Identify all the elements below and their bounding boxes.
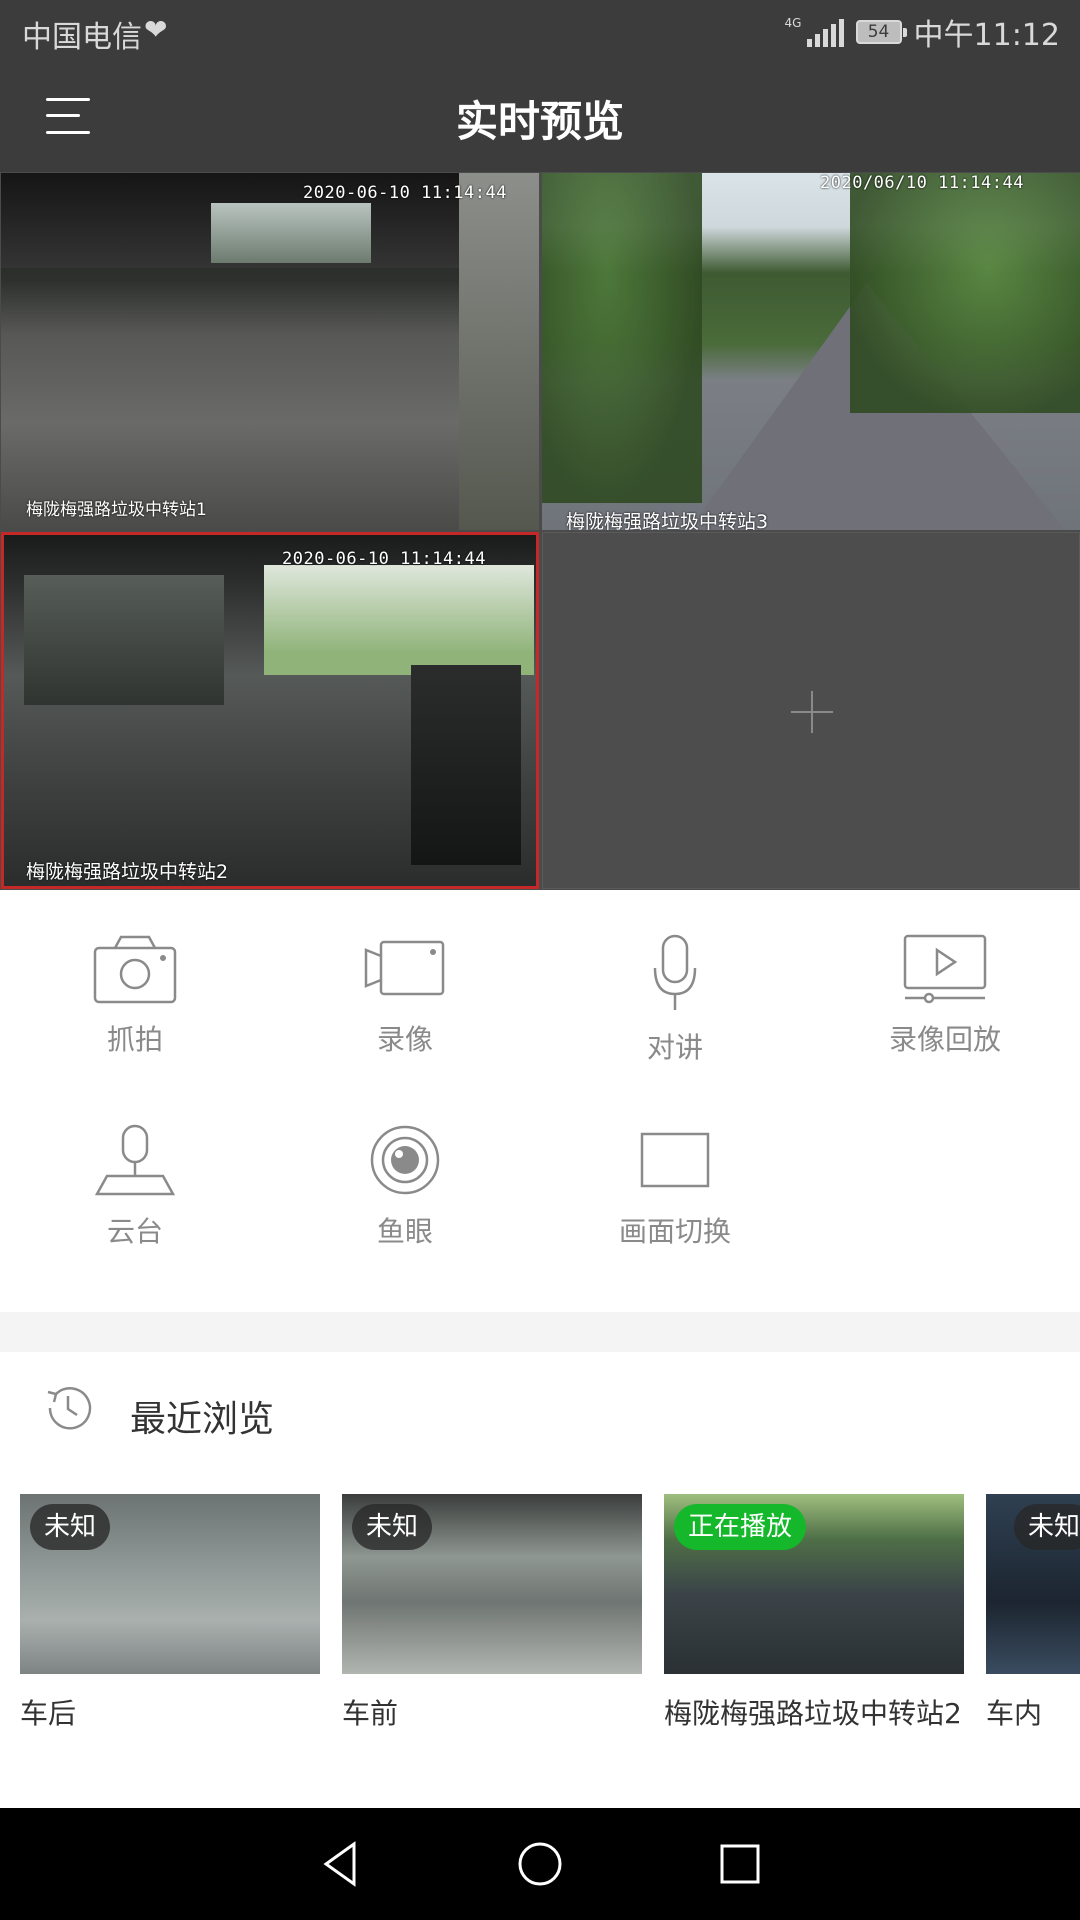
recent-item-name: 车内 [986, 1697, 1043, 1730]
talk-button[interactable]: 对讲 [575, 934, 775, 1104]
status-badge: 未知 [30, 1504, 111, 1550]
history-clock-icon [47, 1387, 92, 1430]
recent-item-name: 车前 [342, 1697, 399, 1730]
network-type: 4G [784, 16, 802, 30]
recent-item-name: 梅陇梅强路垃圾中转站2 [664, 1697, 962, 1730]
navigation-bar [0, 1808, 1080, 1920]
recents-icon[interactable] [714, 1838, 766, 1890]
status-bar: 中国电信 ❤ 4G 54 中午11:12 [0, 0, 1080, 62]
microphone-icon [653, 934, 697, 1010]
video-grid: 2020-06-10 11:14:44 梅陇梅强路垃圾中转站1 2020/06/… [0, 172, 1080, 890]
playback-button[interactable]: 录像回放 [845, 934, 1045, 1104]
control-label: 对讲 [646, 1031, 703, 1064]
playback-icon [903, 934, 987, 1004]
recent-item[interactable]: 未知 车后 [20, 1494, 320, 1732]
battery-icon: 54 [855, 20, 907, 44]
record-button[interactable]: 录像 [305, 934, 505, 1104]
recent-item[interactable]: 未知 车前 [342, 1494, 642, 1732]
control-panel: 抓拍 录像 对讲 录像回放 云台 鱼眼 画面切换 [0, 890, 1080, 1310]
recent-thumbnail: 正在播放 [664, 1494, 964, 1674]
status-badge: 未知 [1013, 1504, 1080, 1550]
camera-feed-image [1, 173, 539, 530]
recent-item[interactable]: 正在播放 梅陇梅强路垃圾中转站2 [664, 1494, 964, 1732]
clock-time: 中午11:12 [913, 18, 1060, 53]
recent-item-name: 车后 [20, 1697, 77, 1730]
video-cell-2[interactable]: 2020/06/10 11:14:44 梅陇梅强路垃圾中转站3 [542, 173, 1080, 530]
video-cell-1[interactable]: 2020-06-10 11:14:44 梅陇梅强路垃圾中转站1 [1, 173, 539, 530]
control-label: 鱼眼 [376, 1215, 433, 1248]
home-icon[interactable] [514, 1838, 566, 1890]
fisheye-button[interactable]: 鱼眼 [305, 1124, 505, 1294]
recent-list: 未知 车后 未知 车前 正在播放 梅陇梅强路垃圾中转站2 未知 车内 [0, 1494, 1080, 1794]
control-label: 云台 [106, 1215, 163, 1248]
back-icon[interactable] [314, 1838, 366, 1890]
ptz-icon [94, 1124, 176, 1196]
control-label: 录像 [376, 1023, 433, 1056]
screen-switch-icon [640, 1132, 710, 1188]
status-badge: 未知 [352, 1504, 433, 1550]
video-timestamp: 2020-06-10 11:14:44 [282, 549, 486, 569]
video-timestamp: 2020/06/10 11:14:44 [820, 173, 1024, 193]
recent-thumbnail: 未知 [342, 1494, 642, 1674]
recent-thumbnail: 未知 [20, 1494, 320, 1674]
playing-badge: 正在播放 [674, 1504, 807, 1550]
recent-item[interactable]: 未知 车内 [986, 1494, 1080, 1732]
camera-name-label: 梅陇梅强路垃圾中转站3 [566, 511, 769, 530]
control-label: 抓拍 [106, 1023, 163, 1056]
camera-name-label: 梅陇梅强路垃圾中转站1 [26, 500, 207, 520]
video-camera-icon [364, 940, 445, 996]
video-timestamp: 2020-06-10 11:14:44 [303, 183, 507, 203]
fisheye-icon [370, 1125, 440, 1195]
screen-switch-button[interactable]: 画面切换 [575, 1124, 775, 1294]
carrier-name: 中国电信 [22, 20, 142, 55]
capture-button[interactable]: 抓拍 [35, 934, 235, 1104]
recent-header: 最近浏览 [0, 1352, 1080, 1482]
recent-thumbnail: 未知 [986, 1494, 1080, 1674]
control-label: 画面切换 [618, 1215, 731, 1248]
control-label: 录像回放 [888, 1023, 1001, 1056]
camera-icon [93, 935, 177, 1004]
heart-icon: ❤ [144, 13, 168, 46]
title-bar: 实时预览 [0, 62, 1080, 172]
camera-name-label: 梅陇梅强路垃圾中转站2 [26, 861, 229, 883]
recent-title: 最近浏览 [130, 1399, 275, 1440]
ptz-button[interactable]: 云台 [35, 1124, 235, 1294]
camera-feed-image [542, 173, 1080, 530]
status-right: 4G 54 中午11:12 [785, 10, 1060, 54]
section-divider [0, 1312, 1080, 1352]
video-cell-3-selected[interactable]: 2020-06-10 11:14:44 梅陇梅强路垃圾中转站2 [1, 532, 539, 889]
page-title: 实时预览 [455, 97, 624, 146]
add-video-cell[interactable] [542, 532, 1080, 889]
signal-icon: 4G [785, 17, 844, 47]
plus-icon [791, 691, 833, 733]
camera-feed-image [4, 535, 536, 886]
